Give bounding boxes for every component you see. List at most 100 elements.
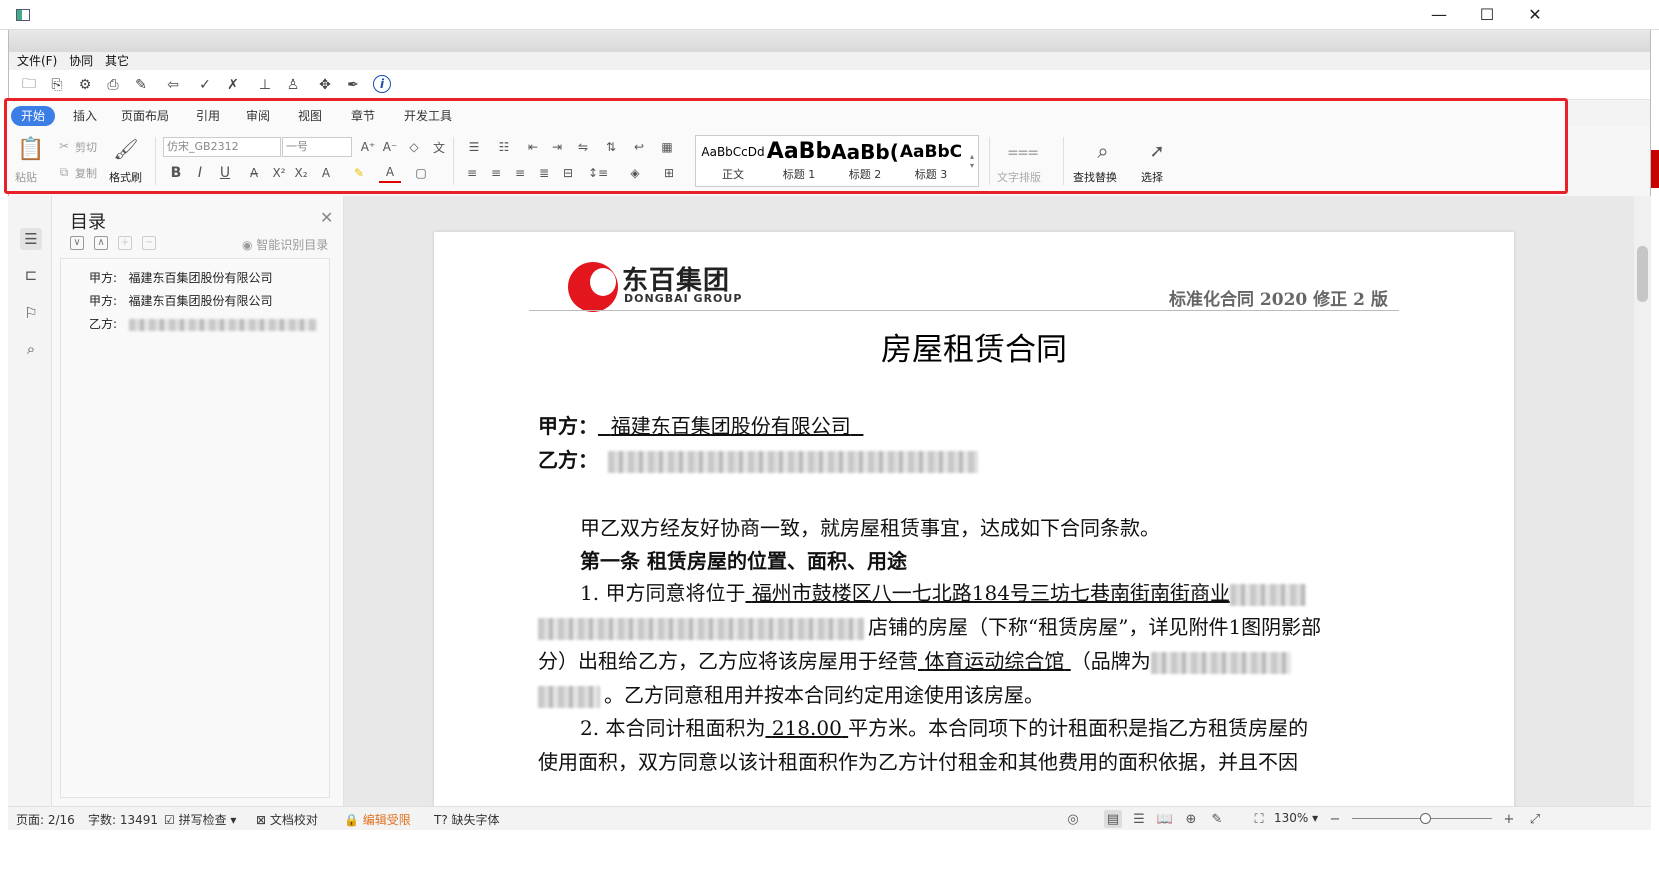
bullet-list-icon[interactable]: ☰ (463, 137, 485, 157)
style-heading-3[interactable]: AaBbC 标题 3 (896, 136, 966, 186)
clear-format-icon[interactable]: ◇ (405, 137, 423, 157)
document-page[interactable]: 东百集团 DONGBAI GROUP 标准化合同 2020 修正 2 版 房屋租… (434, 232, 1514, 806)
font-name-select[interactable]: 仿宋_GB2312 (163, 137, 281, 157)
select-button[interactable]: 选择 (1141, 169, 1163, 185)
subscript-icon[interactable]: X₂ (291, 163, 311, 183)
table-grid-icon[interactable]: ▦ (657, 137, 677, 157)
edit-document-icon[interactable]: ✎ (131, 75, 151, 95)
strikethrough-icon[interactable]: A̶ (243, 163, 265, 183)
align-center-icon[interactable]: ≡ (487, 163, 505, 183)
numbered-list-icon[interactable]: ☷ (493, 137, 515, 157)
increase-indent-icon[interactable]: ⇥ (547, 137, 567, 157)
borders-icon[interactable]: ⊞ (657, 163, 681, 183)
pen-icon[interactable]: ✒ (343, 75, 363, 95)
scissors-icon[interactable]: ✂ (55, 137, 73, 155)
cursor-icon[interactable]: ➚ (1145, 137, 1169, 165)
write-mode-icon[interactable]: ✎ (1208, 810, 1226, 828)
add-level-icon[interactable]: + (118, 236, 132, 250)
tab-developer[interactable]: 开发工具 (404, 106, 452, 126)
menu-other[interactable]: 其它 (105, 52, 129, 70)
distribute-icon[interactable]: ⊟ (559, 163, 577, 183)
text-effect-icon[interactable]: A (315, 163, 337, 183)
copy-button[interactable]: 复制 (75, 165, 97, 181)
tab-home[interactable]: 开始 (11, 106, 56, 126)
line-spacing-icon[interactable]: ↕≡ (585, 163, 611, 183)
tab-insert[interactable]: 插入 (73, 106, 97, 126)
close-button[interactable]: ✕ (1512, 4, 1558, 26)
expand-icon[interactable]: ∧ (94, 236, 108, 250)
sort-icon[interactable]: ⇅ (601, 137, 621, 157)
zoom-level[interactable]: 130% ▾ (1274, 811, 1318, 825)
menu-collab[interactable]: 协同 (69, 52, 93, 70)
stamp-icon[interactable]: ⊥ (255, 75, 275, 95)
decrease-indent-icon[interactable]: ⇤ (523, 137, 543, 157)
web-view-icon[interactable]: ⊕ (1182, 810, 1200, 828)
collapse-icon[interactable]: ∨ (70, 236, 84, 250)
highlight-icon[interactable]: ✎ (347, 163, 371, 183)
scrollbar-thumb[interactable] (1637, 246, 1648, 302)
cut-button[interactable]: 剪切 (75, 139, 97, 155)
settings-icon[interactable]: ⚙ (75, 75, 95, 95)
save-export-icon[interactable]: ⎘ (47, 75, 67, 95)
remove-level-icon[interactable]: − (142, 236, 156, 250)
underline-icon[interactable]: U (213, 163, 237, 183)
italic-icon[interactable]: I (191, 163, 209, 183)
word-count[interactable]: 字数: 13491 (88, 811, 158, 828)
text-layout-icon[interactable]: ⩶ (1008, 137, 1039, 165)
spell-check-button[interactable]: ☑ 拼写检查 ▾ (164, 811, 236, 828)
tab-layout[interactable]: 页面布局 (121, 106, 169, 126)
proofread-button[interactable]: ⊠ 文档校对 (256, 811, 318, 828)
page-view-icon[interactable]: ▤ (1104, 810, 1122, 828)
bold-icon[interactable]: B (167, 163, 185, 183)
menu-file[interactable]: 文件(F) (17, 52, 57, 70)
tab-references[interactable]: 引用 (196, 106, 220, 126)
paste-icon[interactable]: 📋 (17, 135, 45, 163)
shrink-font-icon[interactable]: A⁻ (381, 137, 399, 157)
open-folder-icon[interactable]: 🗀 (19, 75, 39, 95)
superscript-icon[interactable]: X² (269, 163, 289, 183)
move-icon[interactable]: ✥ (315, 75, 335, 95)
eye-protect-icon[interactable]: ◎ (1064, 810, 1082, 828)
page-indicator[interactable]: 页面: 2/16 (16, 811, 75, 828)
close-icon[interactable]: ✕ (320, 208, 333, 227)
bookmark-icon[interactable]: ⚐ (20, 302, 42, 324)
styles-scroll-icon[interactable]: ▴ ▾ (966, 138, 978, 184)
shading-icon[interactable]: ◈ (623, 163, 647, 183)
back-arrow-icon[interactable]: ⇦ (163, 75, 183, 95)
zoom-in-icon[interactable]: + (1500, 810, 1518, 828)
align-left-icon[interactable]: ≡ (463, 163, 481, 183)
copy-icon[interactable]: ⧉ (55, 163, 73, 181)
reject-icon[interactable]: ✗ (223, 75, 243, 95)
user-check-icon[interactable]: ♙ (283, 75, 303, 95)
toc-panel-icon[interactable]: ☰ (20, 228, 42, 250)
grow-font-icon[interactable]: A⁺ (359, 137, 377, 157)
font-color-icon[interactable]: A (379, 163, 401, 183)
style-heading-2[interactable]: AaBb( 标题 2 (830, 136, 900, 186)
fit-page-icon[interactable]: ⛶ (1250, 810, 1268, 828)
approve-icon[interactable]: ✓ (195, 75, 215, 95)
style-normal[interactable]: AaBbCcDd 正文 (698, 136, 768, 186)
info-icon[interactable]: i (373, 75, 391, 93)
edit-restricted-button[interactable]: 🔒 编辑受限 (344, 811, 411, 828)
missing-font-button[interactable]: T? 缺失字体 (434, 811, 500, 828)
tab-view[interactable]: 视图 (298, 106, 322, 126)
zoom-slider-thumb[interactable] (1420, 813, 1431, 824)
fullscreen-icon[interactable]: ⤢ (1526, 810, 1544, 828)
tab-review[interactable]: 审阅 (246, 106, 270, 126)
toc-item[interactable]: 甲方: 福建东百集团股份有限公司 (89, 269, 273, 286)
align-right-icon[interactable]: ≡ (511, 163, 529, 183)
style-heading-1[interactable]: AaBb 标题 1 (764, 136, 834, 186)
toc-item[interactable]: 乙方: (89, 315, 317, 332)
show-marks-icon[interactable]: ↩ (627, 137, 651, 157)
smart-toc-button[interactable]: ◉ 智能识别目录 (242, 236, 328, 253)
text-layout-button[interactable]: 文字排版 (997, 169, 1041, 185)
search-panel-icon[interactable]: ⌕ (20, 338, 42, 360)
font-size-select[interactable]: 一号 (282, 137, 352, 157)
text-direction-icon[interactable]: ⇋ (571, 137, 595, 157)
printer-icon[interactable]: ⎙ (103, 75, 123, 95)
outline-view-icon[interactable]: ☰ (1130, 810, 1148, 828)
minimize-button[interactable]: — (1416, 4, 1462, 26)
format-painter-button[interactable]: 格式刷 (109, 169, 142, 185)
search-icon[interactable]: ⌕ (1089, 137, 1117, 165)
vertical-scrollbar[interactable] (1634, 196, 1651, 806)
